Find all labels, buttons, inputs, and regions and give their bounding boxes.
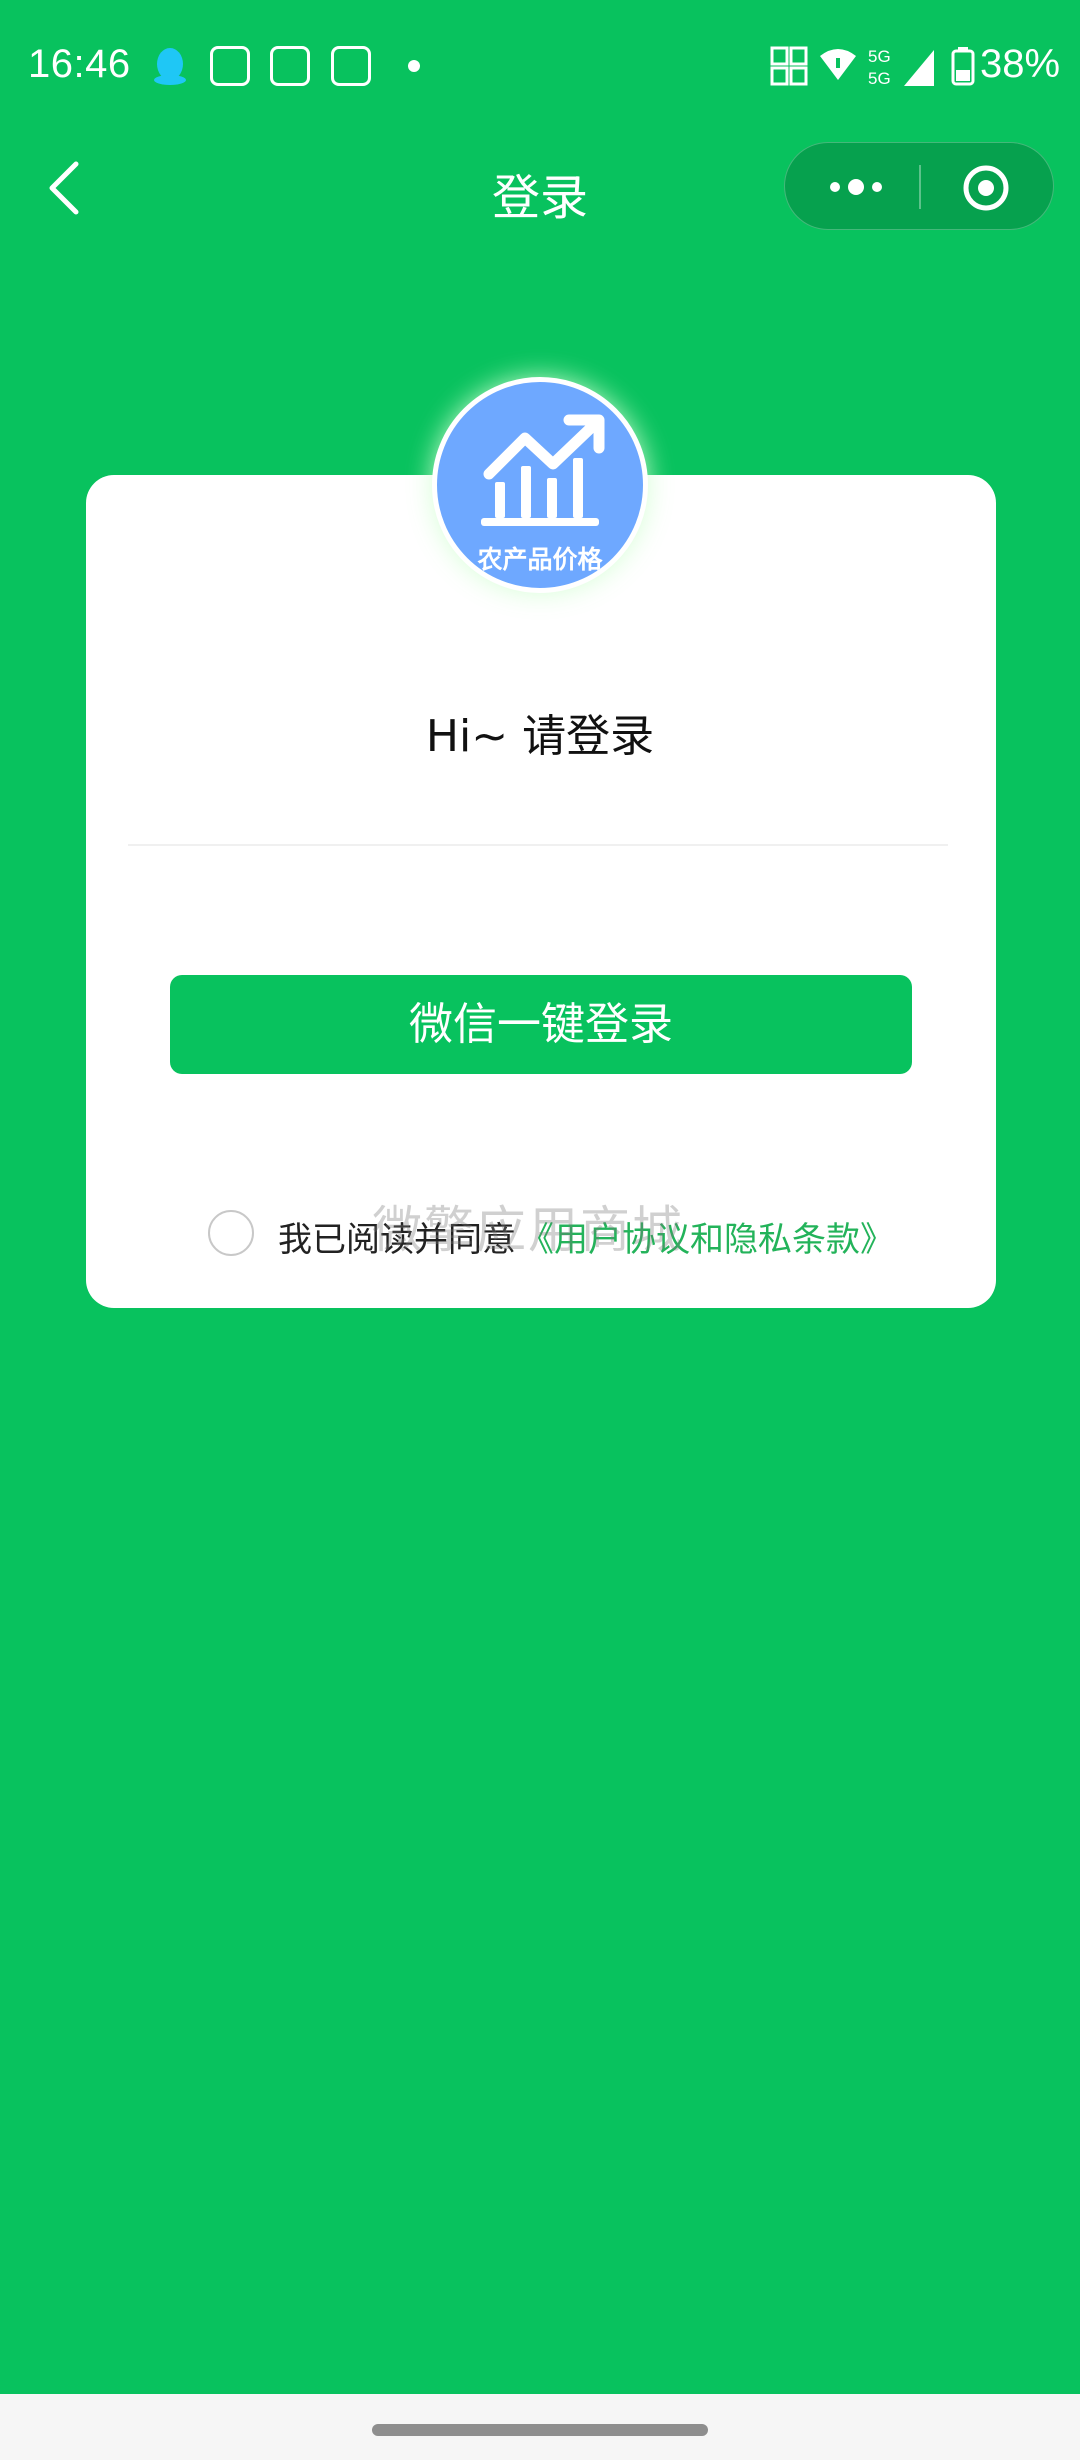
capsule-divider [919,165,921,209]
agree-checkbox[interactable] [208,1210,254,1256]
signal-icon: 5G 5G [868,47,934,88]
qq-icon [154,48,186,85]
more-dots-icon[interactable] [821,167,891,207]
login-card [86,475,996,1308]
baidu-paw-icon [270,46,310,86]
hd-icon [770,46,808,86]
gesture-pill[interactable] [372,2424,708,2436]
watermark-text: 微擎应用商城 [372,1201,684,1259]
wifi-icon [820,49,856,80]
logo-text: 农产品价格 [477,545,603,574]
baidu-paw-icon [210,46,250,86]
target-close-icon[interactable] [961,163,1011,213]
greeting-heading: Hi~ 请登录 [425,711,655,762]
status-bar: 16:46 5G 5G 38% [0,0,1080,130]
signal-label: 5G [868,47,891,66]
mini-program-capsule [784,142,1054,230]
wechat-login-button[interactable]: 微信一键登录 [170,975,912,1074]
status-time: 16:46 [28,42,131,86]
baidu-paw-icon [331,46,371,86]
app-logo: 农产品价格 [432,377,648,593]
battery-percentage: 38% [980,42,1061,86]
battery-icon [951,47,975,86]
divider [128,844,948,846]
signal-label: 5G [868,69,891,88]
gesture-area [0,2394,1080,2460]
notification-dot-icon [408,60,420,72]
